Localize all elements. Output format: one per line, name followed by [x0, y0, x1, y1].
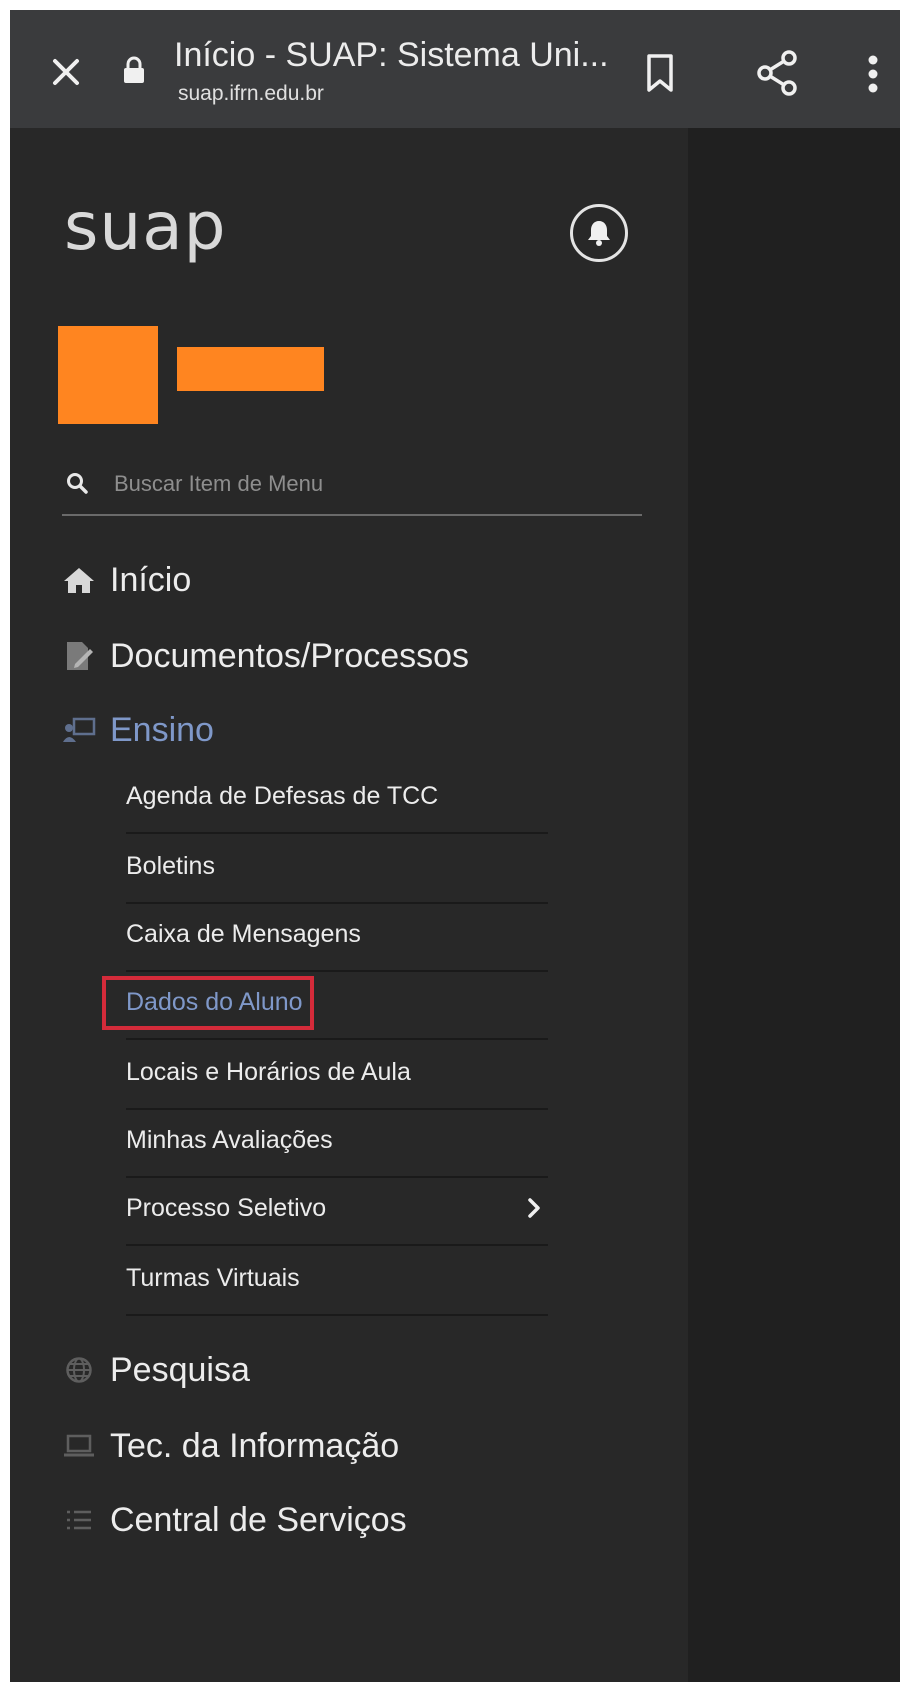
- submenu-item-label: Processo Seletivo: [126, 1194, 327, 1222]
- close-icon[interactable]: [44, 50, 88, 94]
- submenu-item-agenda-tcc[interactable]: Agenda de Defesas de TCC: [126, 764, 548, 834]
- menu-item-documentos[interactable]: Documentos/Processos: [62, 628, 469, 684]
- document-edit-icon: [62, 639, 96, 673]
- suap-logo[interactable]: suap: [64, 188, 227, 265]
- page-title: Início - SUAP: Sistema Uni...: [174, 36, 609, 74]
- menu-search: [62, 454, 642, 516]
- submenu-item-caixa-mensagens[interactable]: Caixa de Mensagens: [126, 902, 548, 972]
- teaching-icon: [62, 713, 96, 747]
- submenu-item-minhas-avaliacoes[interactable]: Minhas Avaliações: [126, 1108, 548, 1178]
- menu-item-inicio[interactable]: Início: [62, 552, 191, 608]
- menu-item-label: Início: [110, 560, 192, 599]
- submenu-item-locais-horarios[interactable]: Locais e Horários de Aula: [126, 1040, 548, 1110]
- search-input[interactable]: [112, 466, 636, 502]
- sidebar-menu: suap Início Documentos/Processos Ensino …: [10, 128, 688, 1682]
- highlight-annotation: [102, 976, 314, 1030]
- submenu-item-label: Agenda de Defesas de TCC: [126, 782, 439, 810]
- menu-item-ensino[interactable]: Ensino: [62, 702, 214, 758]
- chevron-right-icon: [526, 1196, 542, 1220]
- notification-bell-icon[interactable]: [570, 204, 628, 262]
- search-icon: [66, 472, 88, 494]
- submenu-item-label: Turmas Virtuais: [126, 1264, 300, 1292]
- submenu-item-boletins[interactable]: Boletins: [126, 834, 548, 904]
- user-name-redacted: [177, 347, 324, 391]
- menu-item-label: Tec. da Informação: [110, 1426, 400, 1465]
- page-url[interactable]: suap.ifrn.edu.br: [178, 82, 324, 106]
- share-icon[interactable]: [752, 46, 802, 100]
- lock-icon: [120, 54, 148, 86]
- menu-item-label: Documentos/Processos: [110, 636, 470, 675]
- menu-item-label: Ensino: [110, 710, 214, 749]
- menu-item-central-servicos[interactable]: Central de Serviços: [62, 1492, 407, 1548]
- submenu-item-label: Caixa de Mensagens: [126, 920, 361, 948]
- bookmark-icon[interactable]: [640, 48, 680, 98]
- page-content-area: [688, 128, 900, 1682]
- submenu-item-processo-seletivo[interactable]: Processo Seletivo: [126, 1176, 548, 1246]
- menu-item-label: Pesquisa: [110, 1350, 250, 1389]
- laptop-icon: [62, 1429, 96, 1463]
- submenu-item-label: Locais e Horários de Aula: [126, 1058, 411, 1086]
- more-vert-icon[interactable]: [866, 52, 880, 96]
- left-margin: [0, 10, 10, 1682]
- menu-item-pesquisa[interactable]: Pesquisa: [62, 1342, 250, 1398]
- home-icon: [62, 563, 96, 597]
- submenu-item-label: Boletins: [126, 852, 215, 880]
- user-avatar: [58, 326, 158, 424]
- menu-item-tec-informacao[interactable]: Tec. da Informação: [62, 1418, 399, 1474]
- submenu-item-label: Minhas Avaliações: [126, 1126, 333, 1154]
- list-icon: [62, 1503, 96, 1537]
- globe-icon: [62, 1353, 96, 1387]
- submenu-item-turmas-virtuais[interactable]: Turmas Virtuais: [126, 1246, 548, 1316]
- top-margin: [0, 0, 900, 10]
- menu-item-label: Central de Serviços: [110, 1500, 407, 1539]
- browser-toolbar: Início - SUAP: Sistema Uni... suap.ifrn.…: [10, 10, 900, 128]
